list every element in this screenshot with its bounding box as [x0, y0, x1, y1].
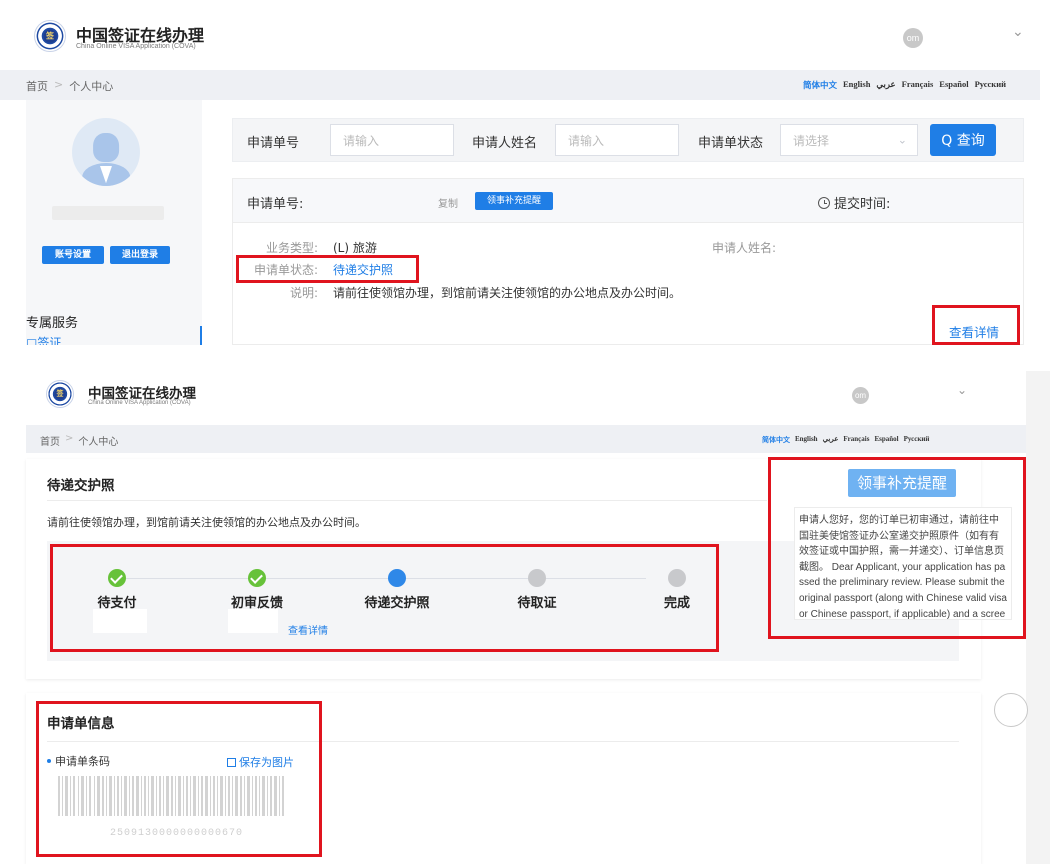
scrollbar-track[interactable] — [1026, 371, 1050, 864]
status-title: 待递交护照 — [47, 478, 115, 494]
order-status-label: 申请单状态 — [698, 136, 764, 151]
status-highlight-box — [236, 255, 419, 283]
info-highlight-box — [36, 701, 322, 857]
floating-circle-button[interactable] — [994, 693, 1028, 727]
biz-type-value: (L) 旅游 — [333, 241, 377, 255]
sidebar-item-visa[interactable]: □签证 — [26, 334, 61, 345]
sidebar-divider — [200, 326, 202, 345]
lang-en[interactable]: English — [795, 435, 818, 445]
breadcrumb-current: 个人中心 — [78, 437, 119, 448]
view-details-highlight-box — [932, 305, 1020, 345]
top-screenshot: 签 中国签证在线办理 China Online VISA Application… — [0, 0, 1050, 345]
language-switcher: 简体中文 English عربي Français Español Русск… — [803, 79, 1006, 91]
order-status-placeholder: 请选择 — [793, 133, 830, 148]
breadcrumb: 首页 > 个人中心 — [40, 433, 118, 448]
applicant-name-field: 申请人姓名: — [712, 241, 777, 255]
profile-avatar-icon — [72, 118, 140, 186]
lang-en[interactable]: English — [843, 79, 870, 91]
lang-ar[interactable]: عربي — [823, 435, 839, 445]
order-number-label: 申请单号 — [247, 136, 300, 151]
query-button[interactable]: Q 查询 — [930, 124, 996, 156]
note-value: 请前往使领馆办理，到馆前请关注使领馆的办公地点及办公时间。 — [333, 286, 682, 300]
lang-fr[interactable]: Français — [843, 435, 869, 445]
order-status-select[interactable]: 请选择 ⌄ — [780, 124, 918, 156]
lang-ru[interactable]: Русский — [904, 435, 930, 445]
breadcrumb-separator: > — [65, 433, 74, 444]
order-card-header — [233, 179, 1023, 223]
user-avatar[interactable]: om — [852, 387, 869, 404]
breadcrumb-separator: > — [54, 78, 64, 91]
note-label: 说明: — [290, 286, 319, 300]
lang-es[interactable]: Español — [874, 435, 898, 445]
order-number-field: 申请单号: — [247, 197, 304, 212]
consular-reminder-tag[interactable]: 领事补充提醒 — [475, 192, 553, 210]
lang-zh[interactable]: 简体中文 — [803, 79, 837, 91]
biz-type-label: 业务类型: — [266, 241, 319, 255]
chevron-down-icon[interactable]: ⌄ — [957, 383, 967, 397]
brand-title[interactable]: 中国签证在线办理 — [88, 382, 196, 402]
brand-subtitle: China Online VISA Application (COVA) — [76, 43, 196, 50]
username-redacted — [52, 206, 164, 220]
logout-button[interactable]: 退出登录 — [110, 246, 170, 264]
user-avatar[interactable]: om — [903, 28, 923, 48]
status-card-divider — [47, 500, 767, 501]
applicant-name-label: 申请人姓名 — [472, 136, 538, 151]
cova-logo-icon[interactable]: 签 — [34, 20, 66, 52]
language-switcher: 简体中文 English عربي Français Español Русск… — [762, 435, 929, 445]
lang-zh[interactable]: 简体中文 — [762, 435, 790, 445]
submit-time-field: 提交时间: — [818, 193, 890, 212]
breadcrumb-home[interactable]: 首页 — [26, 78, 48, 94]
breadcrumb-home[interactable]: 首页 — [40, 433, 60, 448]
progress-highlight-box — [50, 544, 719, 652]
cova-logo-icon[interactable]: 签 — [46, 380, 74, 408]
copy-link[interactable]: 复制 — [438, 195, 458, 210]
lang-fr[interactable]: Français — [902, 79, 934, 91]
lang-es[interactable]: Español — [939, 79, 968, 91]
breadcrumb-current: 个人中心 — [69, 80, 114, 93]
sidebar-item-visa-label: 签证 — [37, 336, 62, 345]
order-number-input[interactable]: 请输入 — [330, 124, 454, 156]
submit-time-label: 提交时间: — [834, 197, 891, 212]
lang-ru[interactable]: Русский — [975, 79, 1006, 91]
consular-highlight-box — [768, 457, 1026, 639]
clock-icon — [818, 196, 830, 209]
document-icon: □ — [26, 336, 38, 345]
bottom-screenshot: 签 中国签证在线办理 China Online VISA Application… — [0, 363, 1050, 864]
chevron-down-icon[interactable]: ⌄ — [1012, 24, 1024, 40]
exclusive-services-heading: 专属服务 — [26, 316, 79, 331]
status-description: 请前往使领馆办理，到馆前请关注使领馆的办公地点及办公时间。 — [47, 516, 366, 529]
breadcrumb: 首页 > 个人中心 — [26, 78, 113, 94]
chevron-down-icon: ⌄ — [897, 133, 907, 147]
lang-ar[interactable]: عربي — [876, 79, 895, 91]
account-settings-button[interactable]: 账号设置 — [42, 246, 104, 264]
applicant-name-input[interactable]: 请输入 — [555, 124, 679, 156]
brand-subtitle: China Online VISA Application (COVA) — [88, 400, 191, 406]
